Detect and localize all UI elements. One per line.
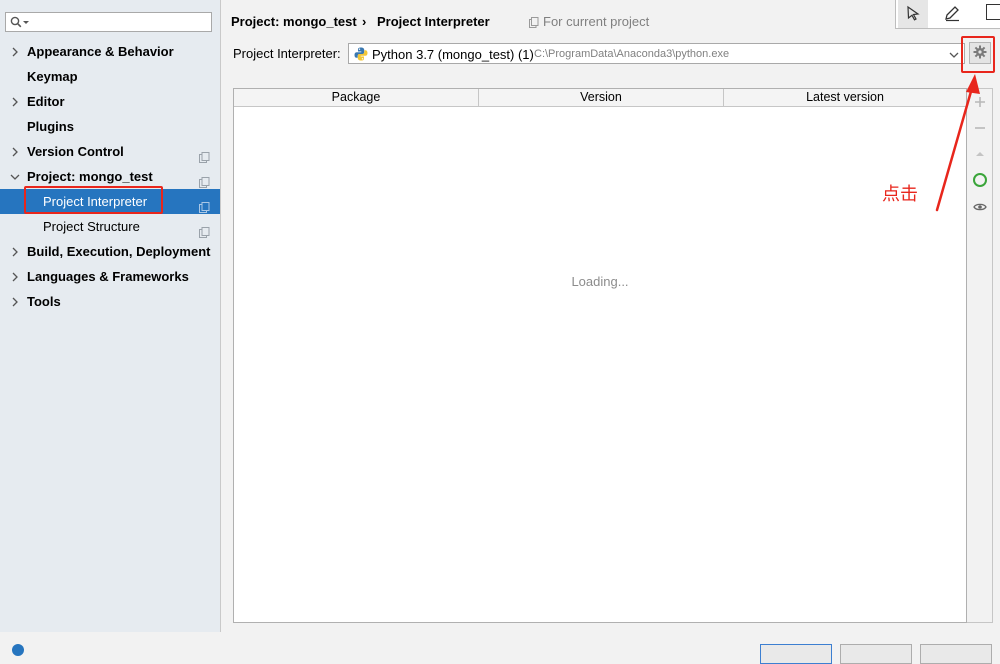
interpreter-select[interactable]: Python 3.7 (mongo_test) (1) C:\ProgramDa… <box>348 43 965 64</box>
interpreter-name: Python 3.7 (mongo_test) (1) <box>372 47 534 62</box>
sidebar-item-plugins[interactable]: Plugins <box>0 114 220 139</box>
sidebar-item-version-control[interactable]: Version Control <box>0 139 220 164</box>
chevron-right-icon <box>9 139 21 164</box>
highlight-box-settings-button <box>961 36 995 73</box>
apply-button[interactable] <box>920 644 992 664</box>
show-early-releases-button[interactable] <box>970 197 990 217</box>
annotation-note: 点击 <box>882 184 918 205</box>
sidebar-item-label: Project Structure <box>43 219 140 234</box>
eye-icon <box>973 200 987 215</box>
chevron-right-icon <box>9 289 21 314</box>
sidebar-item-label: Tools <box>27 294 61 309</box>
sidebar-item-project-structure[interactable]: Project Structure <box>0 214 220 239</box>
settings-search-input[interactable] <box>5 12 212 32</box>
interpreter-label: Project Interpreter: <box>233 46 341 61</box>
cursor-icon <box>905 5 921 24</box>
sidebar-item-languages-frameworks[interactable]: Languages & Frameworks <box>0 264 220 289</box>
sidebar-item-label: Languages & Frameworks <box>27 269 189 284</box>
sidebar-item-label: Appearance & Behavior <box>27 44 174 59</box>
interpreter-path: C:\ProgramData\Anaconda3\python.exe <box>534 48 730 60</box>
table-header: Package Version Latest version <box>234 89 966 107</box>
plus-icon <box>974 96 986 111</box>
scope-label: For current project <box>543 14 650 29</box>
sidebar-item-label: Keymap <box>27 69 78 84</box>
breadcrumb: Project: mongo_test › Project Interprete… <box>231 14 490 29</box>
search-icon <box>10 16 32 31</box>
uninstall-package-button[interactable] <box>970 119 990 139</box>
column-header-latest-version[interactable]: Latest version <box>723 89 966 106</box>
install-package-button[interactable] <box>970 93 990 113</box>
circle-icon <box>972 172 988 191</box>
chevron-down-icon <box>9 164 21 189</box>
chevron-down-icon <box>949 48 959 63</box>
package-toolbar <box>967 88 993 623</box>
breadcrumb-parent: Project: mongo_test <box>231 14 357 29</box>
breadcrumb-current: Project Interpreter <box>377 14 490 29</box>
sidebar-item-tools[interactable]: Tools <box>0 289 220 314</box>
help-icon[interactable] <box>12 644 24 656</box>
sidebar-item-appearance-behavior[interactable]: Appearance & Behavior <box>0 39 220 64</box>
document-icon <box>529 16 539 31</box>
breadcrumb-separator: › <box>362 14 367 29</box>
chevron-right-icon <box>9 39 21 64</box>
chevron-right-icon <box>9 264 21 289</box>
sidebar-item-label: Editor <box>27 94 65 109</box>
sidebar-item-label: Version Control <box>27 144 124 159</box>
sidebar-item-label: Build, Execution, Deployment <box>27 244 211 259</box>
conda-toggle-button[interactable] <box>970 171 990 191</box>
highlight-box-project-interpreter <box>24 186 163 214</box>
dialog-footer <box>0 632 1000 664</box>
annotation-toolbar <box>895 0 1000 29</box>
select-tool-button[interactable] <box>898 0 928 28</box>
package-table[interactable]: Package Version Latest version Loading..… <box>233 88 967 623</box>
ok-button[interactable] <box>760 644 832 664</box>
minus-icon <box>974 122 986 137</box>
python-icon <box>354 47 368 63</box>
sidebar-item-editor[interactable]: Editor <box>0 89 220 114</box>
sidebar-item-keymap[interactable]: Keymap <box>0 64 220 89</box>
loading-text: Loading... <box>571 274 629 289</box>
settings-sidebar: Appearance & Behavior Keymap Editor Plug… <box>0 0 221 632</box>
rectangle-tool-icon[interactable] <box>986 4 1000 20</box>
sidebar-item-build-execution-deployment[interactable]: Build, Execution, Deployment <box>0 239 220 264</box>
triangle-up-icon <box>974 148 986 163</box>
pen-tool-icon[interactable] <box>943 4 961 25</box>
sidebar-item-label: Plugins <box>27 119 74 134</box>
upgrade-package-button[interactable] <box>970 145 990 165</box>
cancel-button[interactable] <box>840 644 912 664</box>
column-header-package[interactable]: Package <box>234 89 478 106</box>
column-header-version[interactable]: Version <box>478 89 723 106</box>
chevron-right-icon <box>9 239 21 264</box>
chevron-right-icon <box>9 89 21 114</box>
